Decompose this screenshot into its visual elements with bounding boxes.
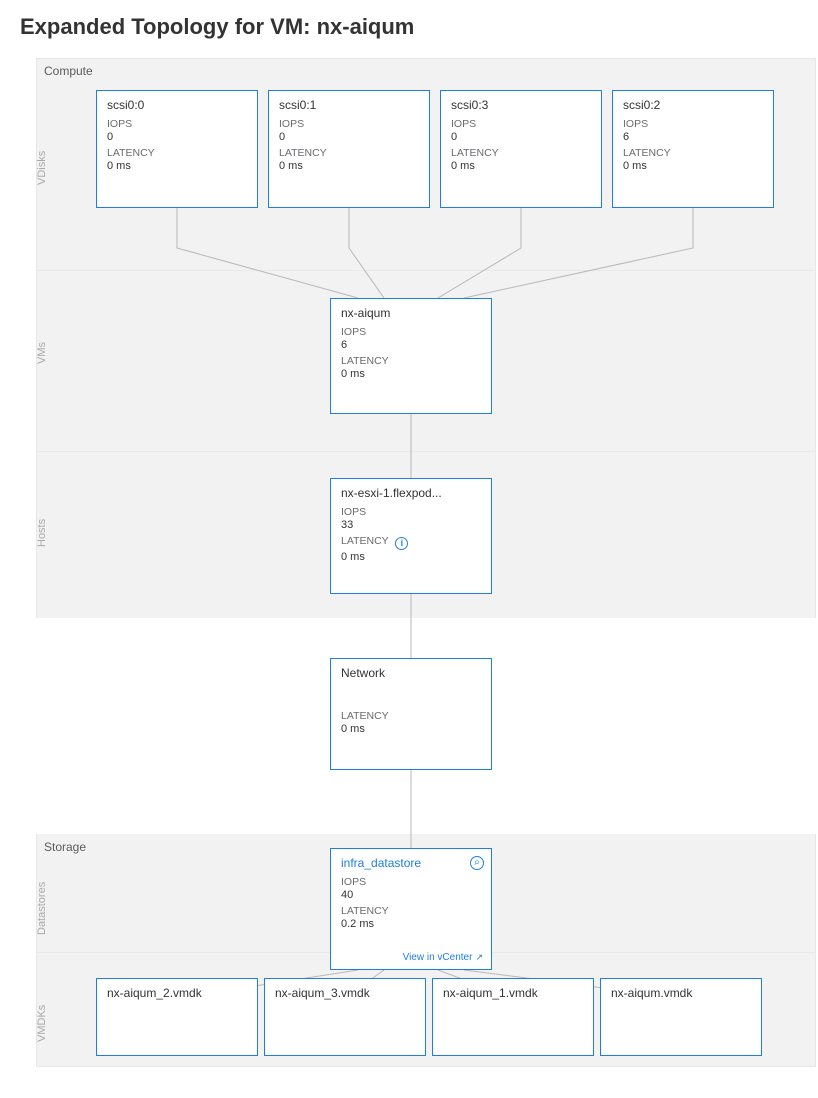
metric-value-iops: 40 bbox=[341, 889, 481, 901]
metric-label-iops: IOPS bbox=[341, 506, 481, 518]
vmdk-node[interactable]: nx-aiqum_1.vmdk bbox=[432, 978, 594, 1056]
vdisk-node[interactable]: scsi0:2 IOPS 6 LATENCY 0 ms bbox=[612, 90, 774, 208]
node-title: scsi0:2 bbox=[623, 98, 763, 112]
node-title: nx-aiqum_2.vmdk bbox=[107, 986, 247, 1000]
metric-label-latency: LATENCY bbox=[341, 905, 481, 917]
vdisk-node[interactable]: scsi0:0 IOPS 0 LATENCY 0 ms bbox=[96, 90, 258, 208]
network-node[interactable]: Network LATENCY 0 ms bbox=[330, 658, 492, 770]
metric-value-latency: 0 ms bbox=[279, 160, 419, 172]
node-title-link[interactable]: infra_datastore bbox=[341, 856, 481, 870]
metric-label-iops: IOPS bbox=[107, 118, 247, 130]
info-icon[interactable]: i bbox=[395, 537, 408, 550]
vm-node[interactable]: nx-aiqum IOPS 6 LATENCY 0 ms bbox=[330, 298, 492, 414]
node-title: nx-aiqum bbox=[341, 306, 481, 320]
vmdk-node[interactable]: nx-aiqum_2.vmdk bbox=[96, 978, 258, 1056]
metric-value-latency: 0 ms bbox=[341, 368, 481, 380]
node-title: nx-aiqum_3.vmdk bbox=[275, 986, 415, 1000]
metric-label-latency: LATENCY bbox=[341, 355, 481, 367]
page-title: Expanded Topology for VM: nx-aiqum bbox=[20, 14, 800, 40]
node-title: scsi0:0 bbox=[107, 98, 247, 112]
external-link-icon: ↗ bbox=[475, 952, 483, 962]
metric-value-iops: 0 bbox=[279, 131, 419, 143]
metric-label-latency: LATENCY bbox=[623, 147, 763, 159]
node-title: nx-esxi-1.flexpod... bbox=[341, 486, 481, 500]
metric-label-latency-text: LATENCY bbox=[341, 535, 388, 547]
node-title: nx-aiqum_1.vmdk bbox=[443, 986, 583, 1000]
vmdk-node[interactable]: nx-aiqum.vmdk bbox=[600, 978, 762, 1056]
host-node[interactable]: nx-esxi-1.flexpod... IOPS 33 LATENCY i 0… bbox=[330, 478, 492, 594]
metric-label-latency: LATENCY i bbox=[341, 535, 481, 550]
metric-label-latency: LATENCY bbox=[107, 147, 247, 159]
magnify-icon[interactable]: ⌕ bbox=[470, 856, 484, 870]
metric-value-iops: 33 bbox=[341, 519, 481, 531]
metric-value-latency: 0 ms bbox=[341, 551, 481, 563]
metric-value-latency: 0 ms bbox=[341, 723, 481, 735]
metric-value-iops: 6 bbox=[341, 339, 481, 351]
view-in-vcenter-link[interactable]: View in vCenter↗ bbox=[403, 952, 483, 963]
metric-value-latency: 0 ms bbox=[623, 160, 763, 172]
metric-label-iops: IOPS bbox=[341, 326, 481, 338]
topology-canvas: Compute Storage VDisks VMs Hosts Datasto… bbox=[36, 58, 816, 1068]
metric-value-latency: 0 ms bbox=[451, 160, 591, 172]
view-in-vcenter-text: View in vCenter bbox=[403, 952, 473, 963]
vmdk-node[interactable]: nx-aiqum_3.vmdk bbox=[264, 978, 426, 1056]
metric-value-latency: 0.2 ms bbox=[341, 918, 481, 930]
metric-value-latency: 0 ms bbox=[107, 160, 247, 172]
datastore-node[interactable]: infra_datastore ⌕ IOPS 40 LATENCY 0.2 ms… bbox=[330, 848, 492, 970]
metric-label-iops: IOPS bbox=[279, 118, 419, 130]
metric-label-latency: LATENCY bbox=[279, 147, 419, 159]
node-title: Network bbox=[341, 666, 481, 680]
metric-label-latency: LATENCY bbox=[451, 147, 591, 159]
vdisk-node[interactable]: scsi0:1 IOPS 0 LATENCY 0 ms bbox=[268, 90, 430, 208]
vdisk-node[interactable]: scsi0:3 IOPS 0 LATENCY 0 ms bbox=[440, 90, 602, 208]
metric-value-iops: 0 bbox=[451, 131, 591, 143]
node-title: scsi0:3 bbox=[451, 98, 591, 112]
node-title: scsi0:1 bbox=[279, 98, 419, 112]
node-title: nx-aiqum.vmdk bbox=[611, 986, 751, 1000]
metric-label-iops: IOPS bbox=[341, 876, 481, 888]
metric-label-latency: LATENCY bbox=[341, 710, 481, 722]
metric-label-iops: IOPS bbox=[623, 118, 763, 130]
metric-value-iops: 6 bbox=[623, 131, 763, 143]
metric-label-iops: IOPS bbox=[451, 118, 591, 130]
metric-value-iops: 0 bbox=[107, 131, 247, 143]
